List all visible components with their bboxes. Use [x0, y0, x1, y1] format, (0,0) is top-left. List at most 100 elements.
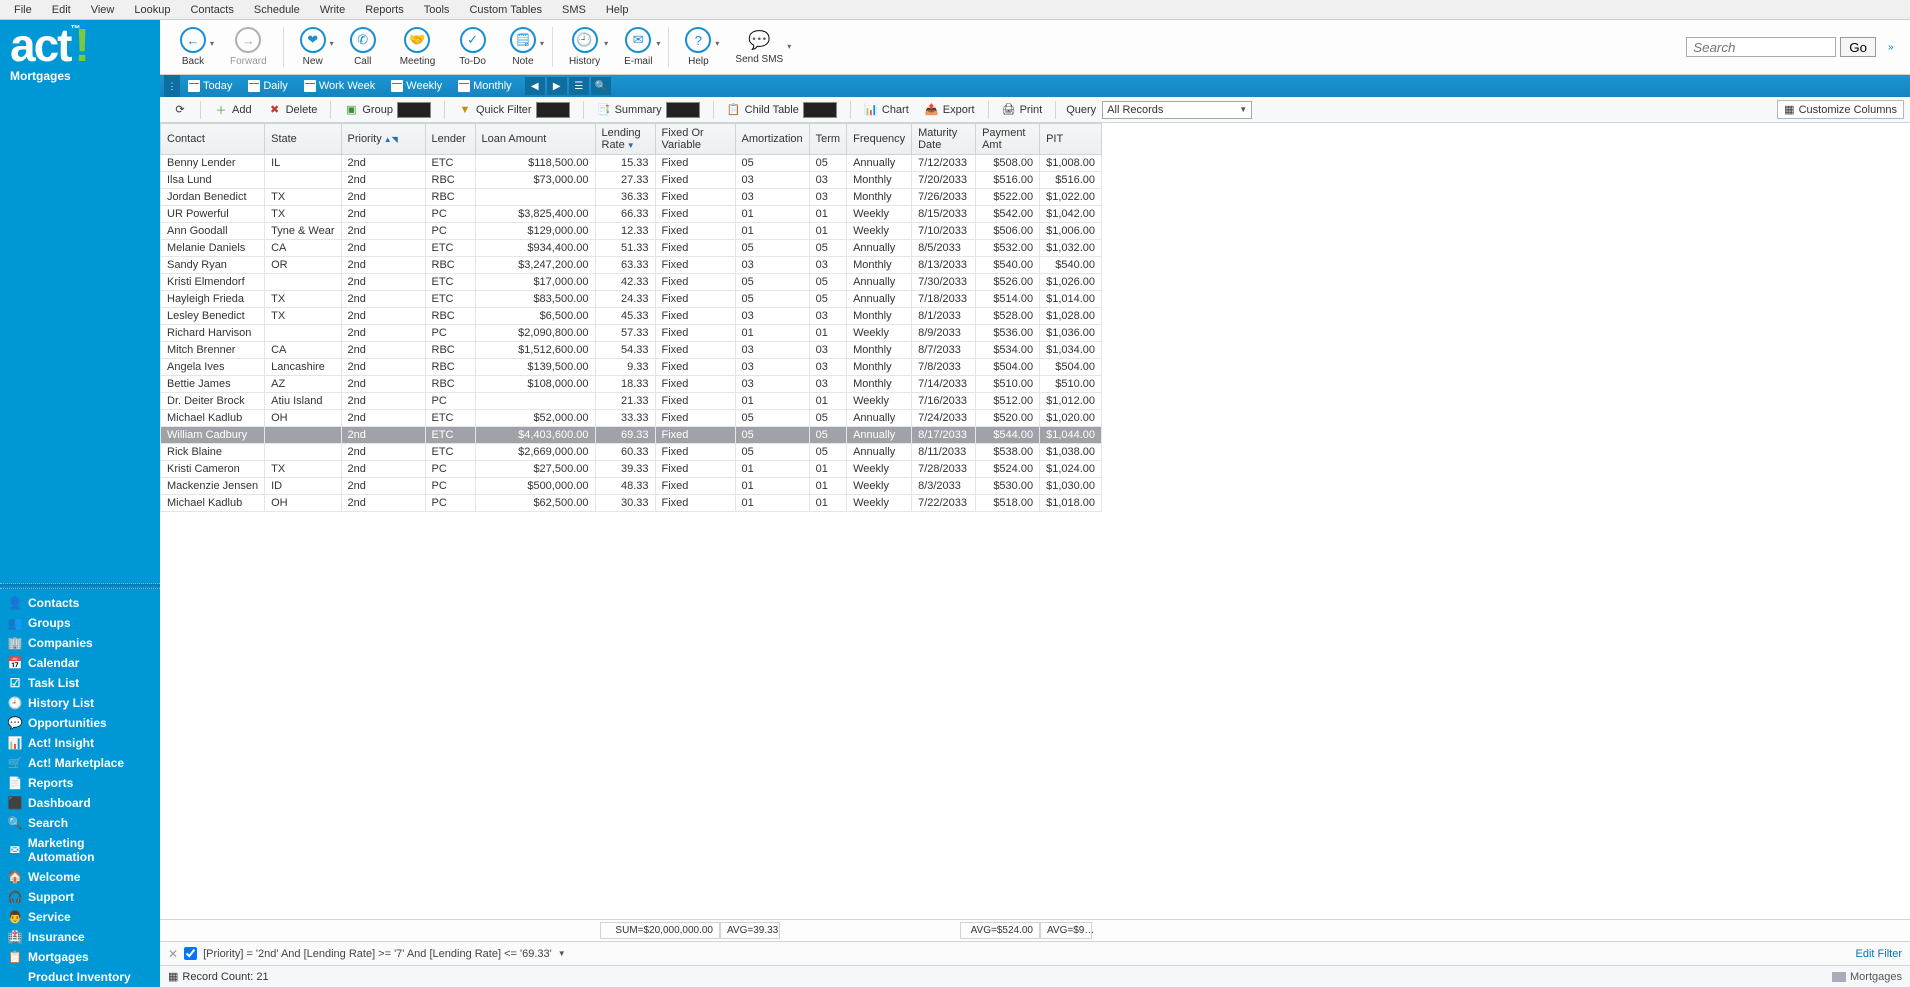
col-header-lending-rate[interactable]: Lending Rate▼ [595, 124, 655, 155]
col-header-fixed-or-variable[interactable]: Fixed Or Variable [655, 124, 735, 155]
col-header-state[interactable]: State [265, 124, 341, 155]
new-button[interactable]: ❤New▾ [300, 27, 326, 67]
calbtn-today[interactable]: Today [180, 78, 240, 94]
add-button[interactable]: ＋Add [207, 100, 259, 120]
col-header-loan-amount[interactable]: Loan Amount [475, 124, 595, 155]
sidebar-item-groups[interactable]: 👥Groups [0, 613, 160, 633]
sidebar-item-marketing-automation[interactable]: ✉Marketing Automation [0, 833, 160, 867]
menu-reports[interactable]: Reports [355, 2, 414, 18]
history-button[interactable]: 🕘History▾ [569, 27, 600, 67]
note-button[interactable]: 🗒Note▾ [510, 27, 536, 67]
col-header-lender[interactable]: Lender [425, 124, 475, 155]
sidebar-item-contacts[interactable]: 👤Contacts [0, 593, 160, 613]
cal-options-icon[interactable]: ☰ [569, 77, 589, 95]
col-header-maturity-date[interactable]: Maturity Date [912, 124, 976, 155]
call-button[interactable]: ✆Call [350, 27, 376, 67]
table-row[interactable]: Jordan BenedictTX2ndRBC36.33Fixed0303Mon… [161, 189, 1102, 206]
todo-button[interactable]: ✓To-Do [459, 27, 486, 67]
export-button[interactable]: 📤Export [918, 100, 982, 120]
cal-next-icon[interactable]: ▶ [547, 77, 567, 95]
sidebar-item-opportunities[interactable]: 💬Opportunities [0, 713, 160, 733]
sidebar-item-calendar[interactable]: 📅Calendar [0, 653, 160, 673]
menu-file[interactable]: File [4, 2, 42, 18]
sidebar-item-welcome[interactable]: 🏠Welcome [0, 867, 160, 887]
table-row[interactable]: Kristi Elmendorf2ndETC$17,000.0042.33Fix… [161, 274, 1102, 291]
table-row[interactable]: Dr. Deiter BrockAtiu Island2ndPC21.33Fix… [161, 393, 1102, 410]
table-row[interactable]: Kristi CameronTX2ndPC$27,500.0039.33Fixe… [161, 461, 1102, 478]
filter-enabled-checkbox[interactable] [184, 947, 197, 960]
table-row[interactable]: Lesley BenedictTX2ndRBC$6,500.0045.33Fix… [161, 308, 1102, 325]
calbtn-daily[interactable]: Daily [240, 78, 295, 94]
email-button[interactable]: ✉E-mail▾ [624, 27, 652, 67]
menu-schedule[interactable]: Schedule [244, 2, 310, 18]
calbtn-weekly[interactable]: Weekly [383, 78, 450, 94]
table-row[interactable]: Michael KadlubOH2ndETC$52,000.0033.33Fix… [161, 410, 1102, 427]
table-row[interactable]: UR PowerfulTX2ndPC$3,825,400.0066.33Fixe… [161, 206, 1102, 223]
menu-edit[interactable]: Edit [42, 2, 81, 18]
group-value[interactable] [397, 102, 431, 118]
chart-button[interactable]: 📊Chart [857, 100, 916, 120]
table-row[interactable]: Hayleigh FriedaTX2ndETC$83,500.0024.33Fi… [161, 291, 1102, 308]
col-header-amortization[interactable]: Amortization [735, 124, 809, 155]
calbtn-work-week[interactable]: Work Week [296, 78, 383, 94]
meeting-button[interactable]: 🤝Meeting [400, 27, 436, 67]
table-row[interactable]: Angela IvesLancashire2ndRBC$139,500.009.… [161, 359, 1102, 376]
print-button[interactable]: 🖨Print [995, 100, 1050, 120]
sidebar-item-service[interactable]: 👨Service [0, 907, 160, 927]
sidebar-item-act-marketplace[interactable]: 🛒Act! Marketplace [0, 753, 160, 773]
table-row[interactable]: Mackenzie JensenID2ndPC$500,000.0048.33F… [161, 478, 1102, 495]
calbtn-monthly[interactable]: Monthly [450, 78, 520, 94]
table-row[interactable]: Bettie JamesAZ2ndRBC$108,000.0018.33Fixe… [161, 376, 1102, 393]
filter-close-icon[interactable]: ✕ [168, 947, 178, 961]
menu-sms[interactable]: SMS [552, 2, 596, 18]
search-input[interactable] [1686, 37, 1836, 57]
sidebar-item-dashboard[interactable]: ⬛Dashboard [0, 793, 160, 813]
sidebar-item-act-insight[interactable]: 📊Act! Insight [0, 733, 160, 753]
table-row[interactable]: Ilsa Lund2ndRBC$73,000.0027.33Fixed0303M… [161, 172, 1102, 189]
table-row[interactable]: Benny LenderIL2ndETC$118,500.0015.33Fixe… [161, 155, 1102, 172]
table-row[interactable]: Sandy RyanOR2ndRBC$3,247,200.0063.33Fixe… [161, 257, 1102, 274]
go-button[interactable]: Go [1840, 37, 1876, 57]
sendsms-button[interactable]: 💬Send SMS▾ [735, 30, 783, 65]
sidebar-item-reports[interactable]: 📄Reports [0, 773, 160, 793]
child-table-value[interactable] [803, 102, 837, 118]
sidebar-item-insurance[interactable]: 🏥Insurance [0, 927, 160, 947]
col-header-payment-amt[interactable]: Payment Amt [976, 124, 1040, 155]
menu-help[interactable]: Help [596, 2, 639, 18]
sidebar-item-task-list[interactable]: ☑Task List [0, 673, 160, 693]
sidebar-item-mortgages[interactable]: 📋Mortgages [0, 947, 160, 967]
edit-filter-link[interactable]: Edit Filter [1856, 948, 1902, 960]
menu-tools[interactable]: Tools [414, 2, 460, 18]
group-button[interactable]: ▣Group [337, 99, 438, 121]
table-row[interactable]: Michael KadlubOH2ndPC$62,500.0030.33Fixe… [161, 495, 1102, 512]
table-row[interactable]: William Cadbury2ndETC$4,403,600.0069.33F… [161, 427, 1102, 444]
menu-write[interactable]: Write [310, 2, 355, 18]
filter-chevron-icon[interactable]: ▼ [558, 949, 566, 958]
customize-columns-button[interactable]: ▦Customize Columns [1777, 100, 1904, 119]
child-table-button[interactable]: 📋Child Table [720, 99, 844, 121]
refresh-button[interactable]: ⟳ [166, 100, 194, 120]
cal-search-icon[interactable]: 🔍 [591, 77, 611, 95]
delete-button[interactable]: ✖Delete [261, 100, 325, 120]
calbar-grip-icon[interactable]: ⋮ [164, 75, 180, 97]
quick-filter-button[interactable]: ▼Quick Filter [451, 99, 577, 121]
query-select[interactable]: All Records▼ [1102, 101, 1252, 119]
help-button[interactable]: ?Help▾ [685, 27, 711, 67]
col-header-contact[interactable]: Contact [161, 124, 265, 155]
table-row[interactable]: Mitch BrennerCA2ndRBC$1,512,600.0054.33F… [161, 342, 1102, 359]
sidebar-item-companies[interactable]: 🏢Companies [0, 633, 160, 653]
summary-value[interactable] [666, 102, 700, 118]
menu-contacts[interactable]: Contacts [180, 2, 243, 18]
quick-filter-value[interactable] [536, 102, 570, 118]
col-header-frequency[interactable]: Frequency [847, 124, 912, 155]
sidebar-item-search[interactable]: 🔍Search [0, 813, 160, 833]
menu-custom-tables[interactable]: Custom Tables [459, 2, 552, 18]
summary-button[interactable]: 📑Summary [590, 99, 707, 121]
sidebar-item-support[interactable]: 🎧Support [0, 887, 160, 907]
col-header-priority[interactable]: Priority▲◥ [341, 124, 425, 155]
table-row[interactable]: Rick Blaine2ndETC$2,669,000.0060.33Fixed… [161, 444, 1102, 461]
col-header-pit[interactable]: PIT [1040, 124, 1102, 155]
menu-lookup[interactable]: Lookup [124, 2, 180, 18]
menu-view[interactable]: View [81, 2, 125, 18]
col-header-term[interactable]: Term [809, 124, 846, 155]
